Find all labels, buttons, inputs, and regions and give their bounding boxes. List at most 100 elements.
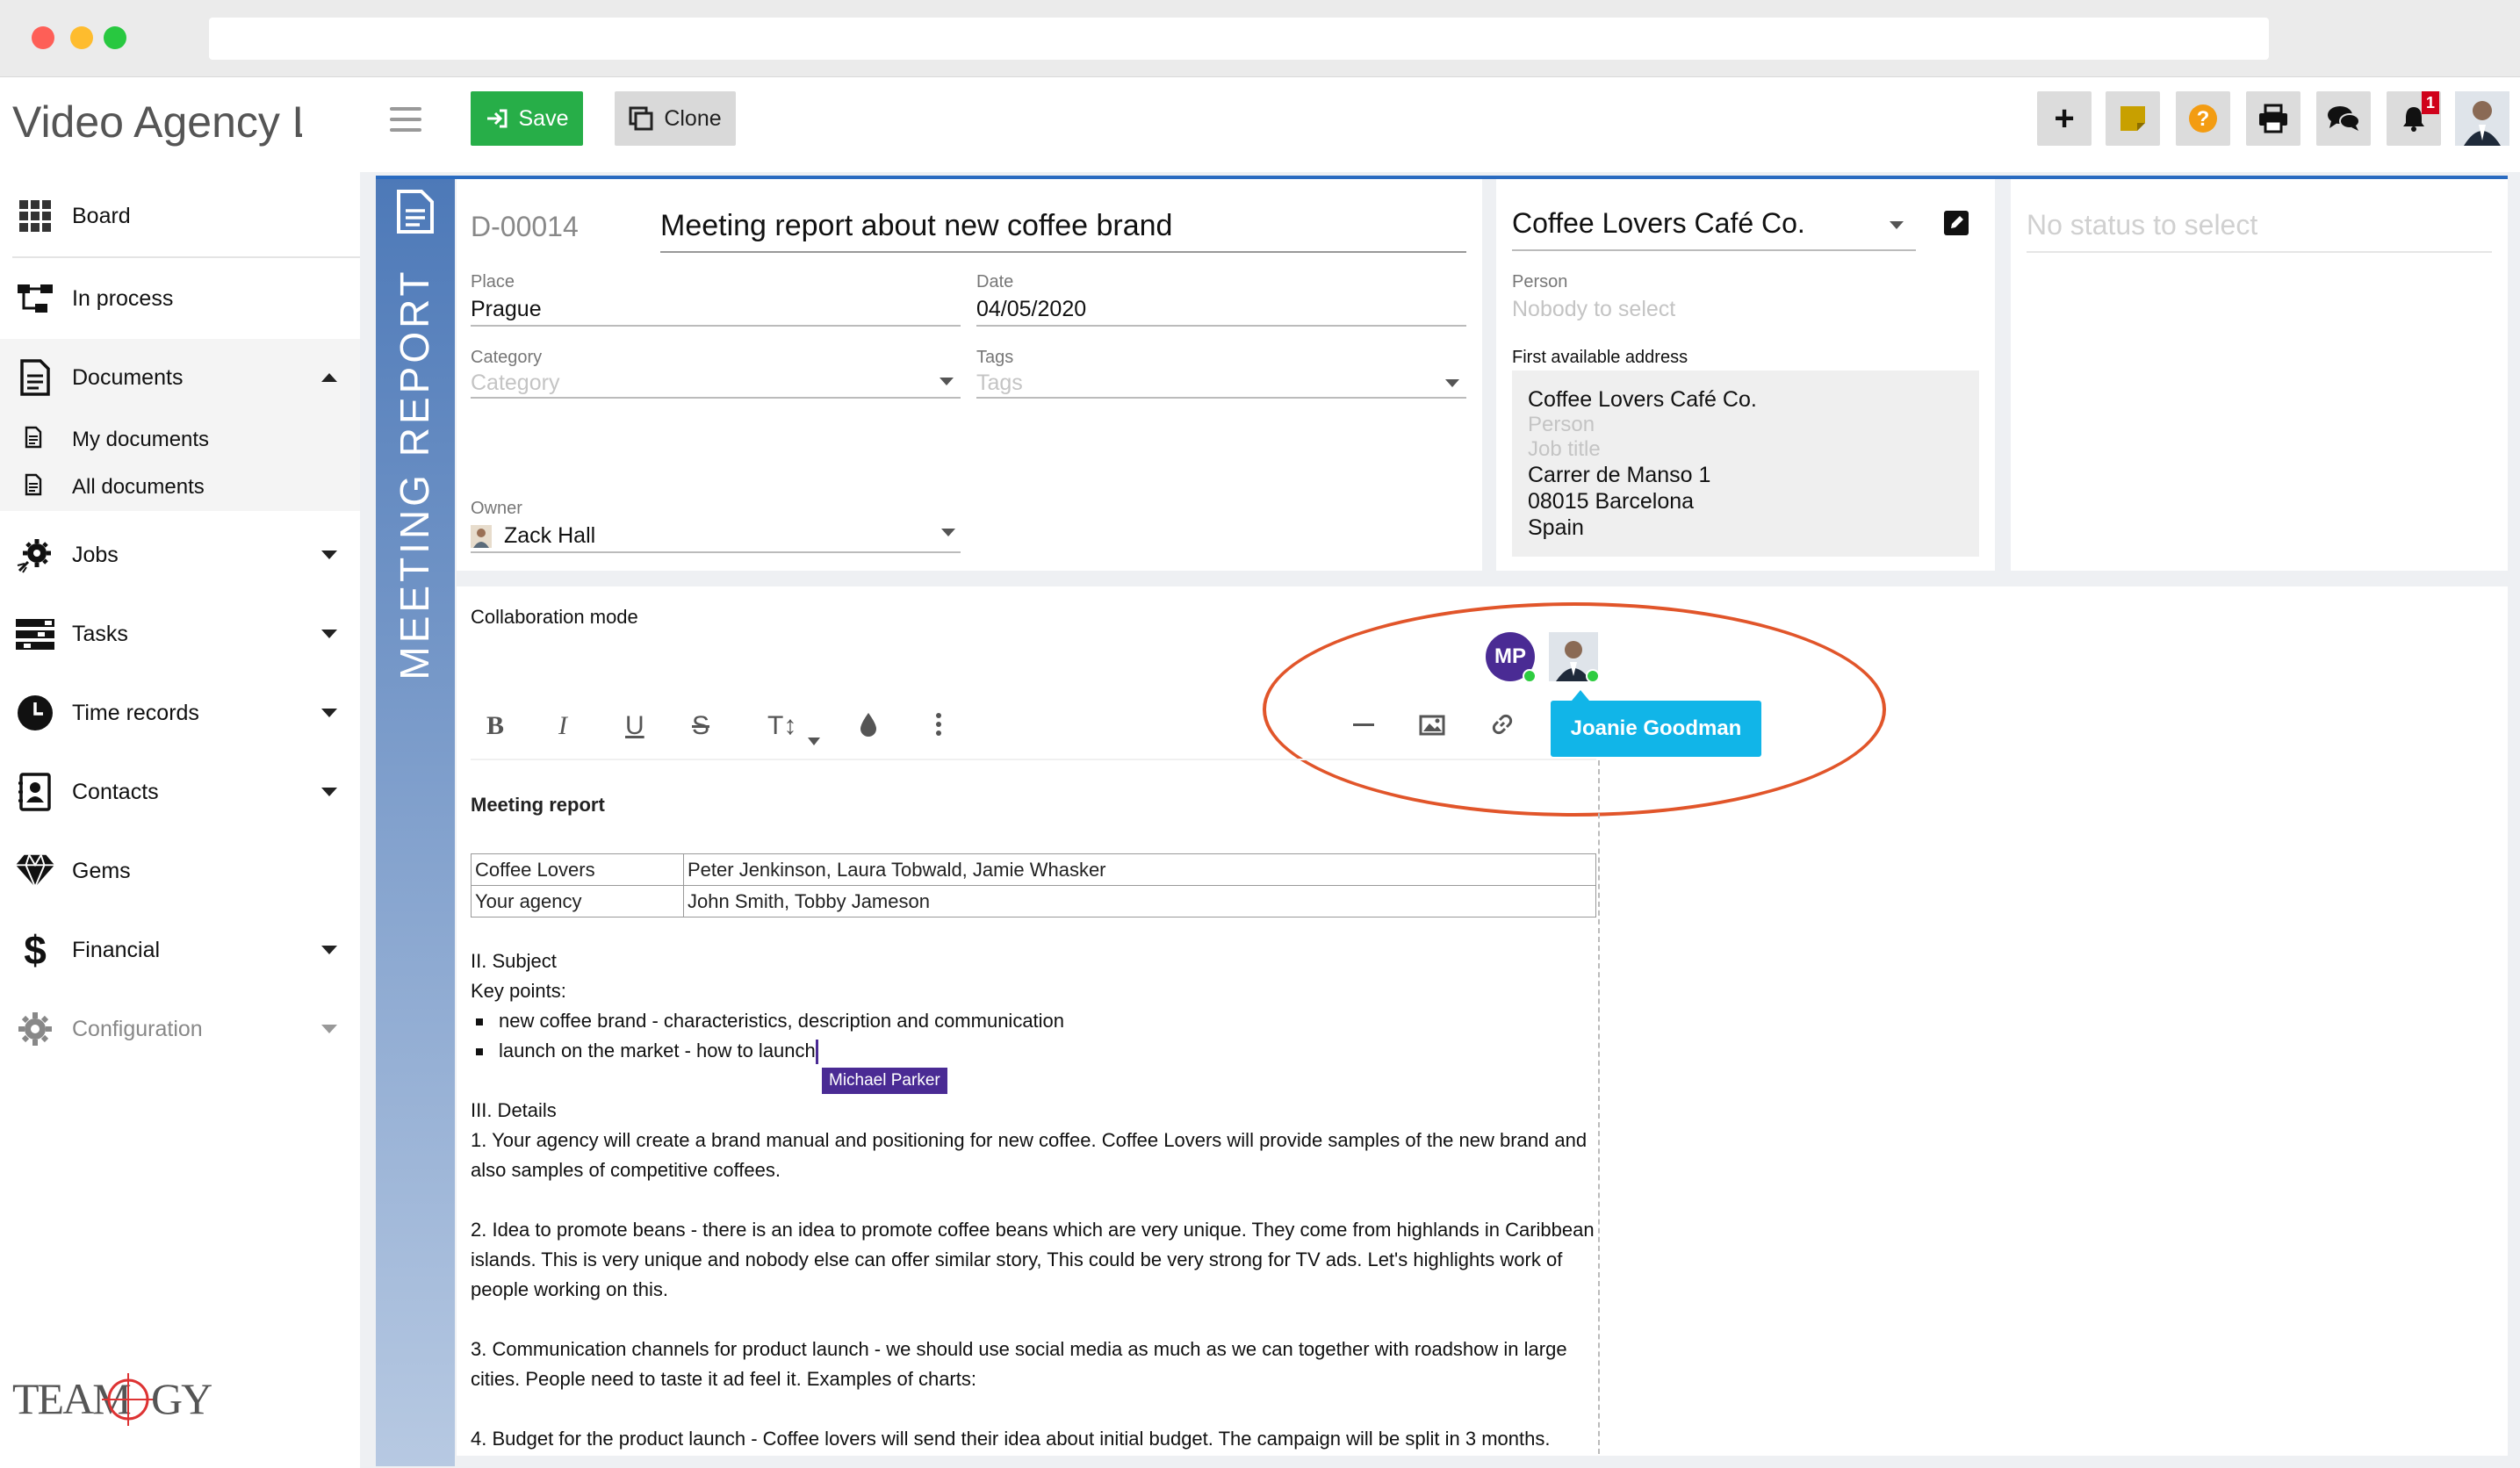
edit-company-button[interactable] bbox=[1944, 211, 1969, 235]
field-underline bbox=[1512, 249, 1916, 251]
sign-in-icon bbox=[486, 109, 507, 128]
strikethrough-button[interactable]: S bbox=[692, 711, 709, 741]
table-cell: Your agency bbox=[471, 885, 684, 918]
highlight-ellipse bbox=[1263, 602, 1886, 817]
address-bar[interactable] bbox=[209, 18, 2269, 60]
bold-button[interactable]: B bbox=[486, 711, 504, 741]
grid-icon bbox=[14, 195, 56, 237]
status-select[interactable]: No status to select bbox=[2027, 209, 2257, 241]
page-margin-guide bbox=[1598, 760, 1600, 1454]
key-points-label: Key points: bbox=[471, 980, 566, 1002]
person-select[interactable]: Nobody to select bbox=[1512, 297, 1675, 322]
plus-icon: + bbox=[2054, 98, 2075, 138]
bullet-text: new coffee brand - characteristics, desc… bbox=[499, 1010, 1065, 1032]
maximize-window-icon[interactable] bbox=[104, 26, 126, 49]
workflow-icon bbox=[14, 277, 56, 320]
italic-button[interactable]: I bbox=[558, 711, 567, 741]
tags-select[interactable]: Tags bbox=[976, 371, 1023, 396]
contact-card-icon bbox=[14, 771, 56, 813]
date-label: Date bbox=[976, 272, 1014, 291]
svg-text:GY: GY bbox=[151, 1374, 212, 1423]
font-size-button[interactable]: T↕ bbox=[767, 711, 820, 745]
sidebar-item-contacts[interactable]: Contacts bbox=[0, 753, 360, 831]
title-underline bbox=[660, 251, 1466, 253]
sidebar-item-in-process[interactable]: In process bbox=[0, 260, 360, 337]
sticky-note-icon bbox=[2120, 106, 2145, 131]
chevron-down-icon bbox=[321, 709, 337, 717]
paragraph: 4. Budget for the product launch - Coffe… bbox=[471, 1428, 1551, 1450]
toolbar-divider bbox=[471, 759, 1596, 760]
document-icon bbox=[395, 188, 436, 235]
add-button[interactable]: + bbox=[2037, 91, 2092, 146]
text-size-icon: T↕ bbox=[767, 711, 797, 740]
category-select[interactable]: Category bbox=[471, 371, 559, 396]
chevron-down-icon bbox=[321, 1025, 337, 1033]
address-company: Coffee Lovers Café Co. bbox=[1528, 387, 1757, 412]
chevron-down-icon bbox=[321, 946, 337, 954]
app-title: Video Agency L bbox=[12, 97, 302, 147]
table-cell: Coffee Lovers bbox=[471, 853, 684, 886]
chat-button[interactable] bbox=[2316, 91, 2371, 146]
sidebar-item-time-records[interactable]: Time records bbox=[0, 674, 360, 752]
owner-select[interactable]: Zack Hall bbox=[504, 523, 595, 549]
sidebar-item-label: Time records bbox=[72, 700, 199, 725]
paragraph: 2. Idea to promote beans - there is an i… bbox=[471, 1219, 1595, 1300]
field-underline bbox=[976, 397, 1466, 399]
save-button[interactable]: Save bbox=[471, 91, 583, 146]
close-window-icon[interactable] bbox=[32, 26, 54, 49]
document-title-input[interactable]: Meeting report about new coffee brand bbox=[660, 209, 1172, 243]
underline-button[interactable]: U bbox=[625, 711, 644, 741]
divider bbox=[12, 256, 360, 258]
sidebar-item-label: Configuration bbox=[72, 1016, 203, 1041]
chevron-down-icon bbox=[321, 788, 337, 796]
sidebar-item-board[interactable]: Board bbox=[0, 177, 360, 255]
person-label: Person bbox=[1512, 272, 1568, 291]
chevron-down-icon bbox=[321, 550, 337, 559]
dollar-icon: $ bbox=[24, 927, 47, 973]
sidebar-item-jobs[interactable]: Jobs bbox=[0, 516, 360, 594]
participants-table[interactable]: Coffee Lovers Peter Jenkinson, Laura Tob… bbox=[471, 853, 1596, 918]
sidebar-item-configuration[interactable]: Configuration bbox=[0, 990, 360, 1068]
company-select[interactable]: Coffee Lovers Café Co. bbox=[1512, 207, 1805, 240]
menu-toggle-icon[interactable] bbox=[390, 107, 421, 132]
address-job-title: Job title bbox=[1528, 437, 1601, 461]
document-body[interactable]: II. Subject Key points: new coffee brand… bbox=[471, 946, 1595, 1454]
sidebar-item-tasks[interactable]: Tasks bbox=[0, 595, 360, 673]
strikethrough-icon: S bbox=[692, 711, 710, 740]
user-avatar[interactable] bbox=[2455, 91, 2509, 146]
text-color-button[interactable] bbox=[859, 711, 878, 745]
document-type-label: MEETING REPORT bbox=[392, 268, 437, 680]
field-underline bbox=[976, 325, 1466, 327]
sticky-note-button[interactable] bbox=[2106, 91, 2160, 146]
print-button[interactable] bbox=[2246, 91, 2300, 146]
edit-icon bbox=[1951, 216, 1963, 228]
chevron-up-icon bbox=[321, 373, 337, 382]
tasks-icon bbox=[14, 613, 56, 655]
gem-icon bbox=[14, 850, 56, 892]
sidebar-item-financial[interactable]: $ Financial bbox=[0, 911, 360, 989]
notifications-button[interactable]: 1 bbox=[2387, 91, 2441, 146]
owner-label: Owner bbox=[471, 499, 522, 518]
bold-icon: B bbox=[486, 711, 505, 740]
document-icon bbox=[14, 356, 56, 399]
sidebar-item-gems[interactable]: Gems bbox=[0, 832, 360, 910]
chevron-down-icon bbox=[940, 378, 954, 385]
help-button[interactable]: ? bbox=[2176, 91, 2230, 146]
sidebar-item-documents[interactable]: Documents bbox=[0, 339, 360, 416]
more-options-button[interactable] bbox=[934, 711, 943, 745]
sidebar-subitem-my-documents[interactable]: My documents bbox=[0, 416, 360, 464]
address-label: First available address bbox=[1512, 348, 1688, 367]
more-vertical-icon bbox=[936, 713, 941, 736]
minimize-window-icon[interactable] bbox=[70, 26, 93, 49]
svg-text:?: ? bbox=[2197, 107, 2210, 131]
sidebar-item-label: Documents bbox=[72, 364, 184, 390]
date-input[interactable]: 04/05/2020 bbox=[976, 297, 1086, 322]
bullet-text: launch on the market - how to launch bbox=[499, 1040, 816, 1061]
place-input[interactable]: Prague bbox=[471, 297, 542, 322]
sidebar-item-label: Board bbox=[72, 203, 131, 228]
address-street: Carrer de Manso 1 bbox=[1528, 463, 1711, 487]
clone-button[interactable]: Clone bbox=[615, 91, 736, 146]
table-row: Coffee Lovers Peter Jenkinson, Laura Tob… bbox=[471, 853, 1596, 886]
sidebar-subitem-all-documents[interactable]: All documents bbox=[0, 464, 360, 511]
